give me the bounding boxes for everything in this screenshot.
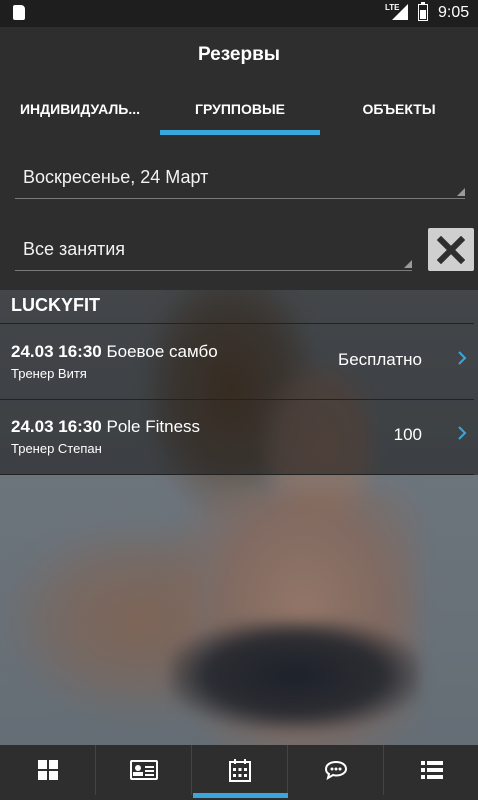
session-row[interactable]: 24.03 16:30 Pole Fitness Тренер Степан 1… <box>0 399 478 474</box>
session-price: 100 <box>393 425 422 444</box>
bottom-navigation <box>0 745 478 800</box>
list-icon <box>420 761 443 779</box>
class-type-select-value: Все занятия <box>23 239 126 259</box>
session-trainer: Тренер Витя <box>11 366 87 381</box>
close-icon <box>437 235 465 264</box>
sd-card-icon <box>13 5 25 20</box>
nav-menu[interactable] <box>384 745 478 795</box>
clear-filter-button[interactable] <box>428 228 474 271</box>
page-title: Резервы <box>197 44 281 65</box>
chevron-right-icon <box>458 351 467 365</box>
calendar-icon <box>228 759 251 782</box>
status-bar: LTE 9:05 <box>0 0 478 27</box>
id-card-icon <box>129 760 158 780</box>
divider <box>0 474 474 475</box>
status-time: 9:05 <box>438 4 470 21</box>
session-trainer: Тренер Степан <box>11 441 102 456</box>
session-datetime: 24.03 16:30 <box>11 342 102 361</box>
date-select[interactable]: Воскресенье, 24 Март <box>15 155 465 199</box>
studio-name: LUCKYFIT <box>11 295 100 315</box>
active-tab-indicator <box>160 130 320 135</box>
chat-icon <box>324 760 347 780</box>
tab-group[interactable]: ГРУППОВЫЕ <box>160 83 320 137</box>
active-nav-indicator <box>193 793 288 798</box>
nav-reservations[interactable] <box>192 745 287 795</box>
nav-profile[interactable] <box>96 745 191 795</box>
date-select-value: Воскресенье, 24 Март <box>23 167 209 187</box>
tab-individual[interactable]: ИНДИВИДУАЛЬ... <box>0 83 160 137</box>
nav-messages[interactable] <box>288 745 383 795</box>
session-price: Бесплатно <box>338 350 422 369</box>
battery-icon <box>418 2 428 21</box>
session-title: 24.03 16:30 Боевое самбо <box>11 342 218 362</box>
dropdown-arrow-icon <box>457 188 465 196</box>
session-row[interactable]: 24.03 16:30 Боевое самбо Тренер Витя Бес… <box>0 324 478 399</box>
signal-icon <box>392 4 408 20</box>
tab-objects[interactable]: ОБЪЕКТЫ <box>320 83 478 137</box>
nav-dashboard[interactable] <box>0 745 95 795</box>
class-type-select[interactable]: Все занятия <box>15 227 412 271</box>
tab-bar: ИНДИВИДУАЛЬ... ГРУППОВЫЕ ОБЪЕКТЫ <box>0 83 478 137</box>
schedule-list: LUCKYFIT 24.03 16:30 Боевое самбо Тренер… <box>0 290 478 745</box>
chevron-right-icon <box>458 426 467 440</box>
session-name: Pole Fitness <box>106 417 201 436</box>
session-datetime: 24.03 16:30 <box>11 417 102 436</box>
grid-icon <box>37 760 58 780</box>
dropdown-arrow-icon <box>404 260 412 268</box>
session-title: 24.03 16:30 Pole Fitness <box>11 417 200 437</box>
app-bar: Резервы <box>0 27 478 83</box>
session-name: Боевое самбо <box>106 342 218 361</box>
